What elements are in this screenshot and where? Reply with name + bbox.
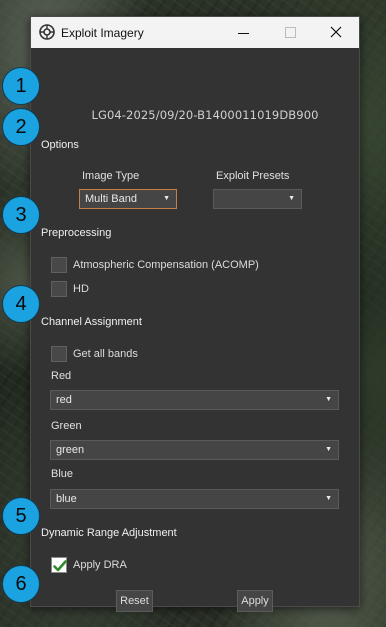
minimize-button[interactable] [221, 17, 267, 48]
hd-checkbox[interactable] [51, 281, 67, 297]
step-badge-6: 6 [2, 565, 40, 603]
section-preprocessing-title: Preprocessing [41, 227, 112, 239]
green-channel-value: green [56, 444, 85, 456]
red-channel-value: red [56, 394, 72, 406]
hd-label: HD [73, 283, 89, 295]
step-badge-1: 1 [2, 67, 40, 105]
image-type-label: Image Type [82, 170, 140, 182]
reset-button[interactable]: Reset [116, 590, 153, 612]
dialog-content: LG04-2025/09/20-B1400011019DB900 Options… [31, 48, 359, 612]
blue-channel-select[interactable]: blue ▼ [50, 489, 339, 509]
get-all-bands-label: Get all bands [73, 348, 138, 360]
app-icon [39, 24, 55, 40]
green-label: Green [51, 420, 82, 432]
section-dra-title: Dynamic Range Adjustment [41, 527, 177, 539]
window-title: Exploit Imagery [61, 26, 144, 40]
image-id: LG04-2025/09/20-B1400011019DB900 [91, 108, 319, 122]
chevron-down-icon: ▼ [325, 396, 332, 403]
exploit-imagery-dialog: Exploit Imagery LG04-2025/09/20-B1400011… [30, 16, 360, 612]
apply-dra-label: Apply DRA [73, 559, 127, 571]
exploit-presets-label: Exploit Presets [216, 170, 290, 182]
close-icon [330, 26, 342, 38]
checkmark-icon [53, 560, 67, 572]
chevron-down-icon: ▼ [288, 195, 295, 202]
step-badge-3: 3 [2, 196, 40, 234]
image-type-value: Multi Band [85, 193, 137, 205]
blue-channel-value: blue [56, 493, 77, 505]
green-channel-select[interactable]: green ▼ [50, 440, 339, 460]
acomp-label: Atmospheric Compensation (ACOMP) [73, 259, 259, 271]
image-type-select[interactable]: Multi Band ▼ [79, 189, 177, 209]
blue-label: Blue [51, 468, 74, 480]
exploit-presets-select[interactable]: ▼ [213, 189, 302, 209]
chevron-down-icon: ▼ [325, 446, 332, 453]
section-channel-assignment-title: Channel Assignment [41, 316, 142, 328]
chevron-down-icon: ▼ [163, 195, 170, 202]
title-bar[interactable]: Exploit Imagery [31, 17, 359, 48]
step-badge-5: 5 [2, 497, 40, 535]
close-button[interactable] [313, 17, 359, 48]
acomp-checkbox[interactable] [51, 257, 67, 273]
red-channel-select[interactable]: red ▼ [50, 390, 339, 410]
step-badge-4: 4 [2, 285, 40, 323]
chevron-down-icon: ▼ [325, 495, 332, 502]
apply-button[interactable]: Apply [237, 590, 273, 612]
red-label: Red [51, 370, 72, 382]
apply-dra-checkbox[interactable] [51, 557, 67, 573]
get-all-bands-checkbox[interactable] [51, 346, 67, 362]
section-options-title: Options [41, 139, 79, 151]
step-badge-2: 2 [2, 108, 40, 146]
maximize-button[interactable] [267, 17, 313, 48]
